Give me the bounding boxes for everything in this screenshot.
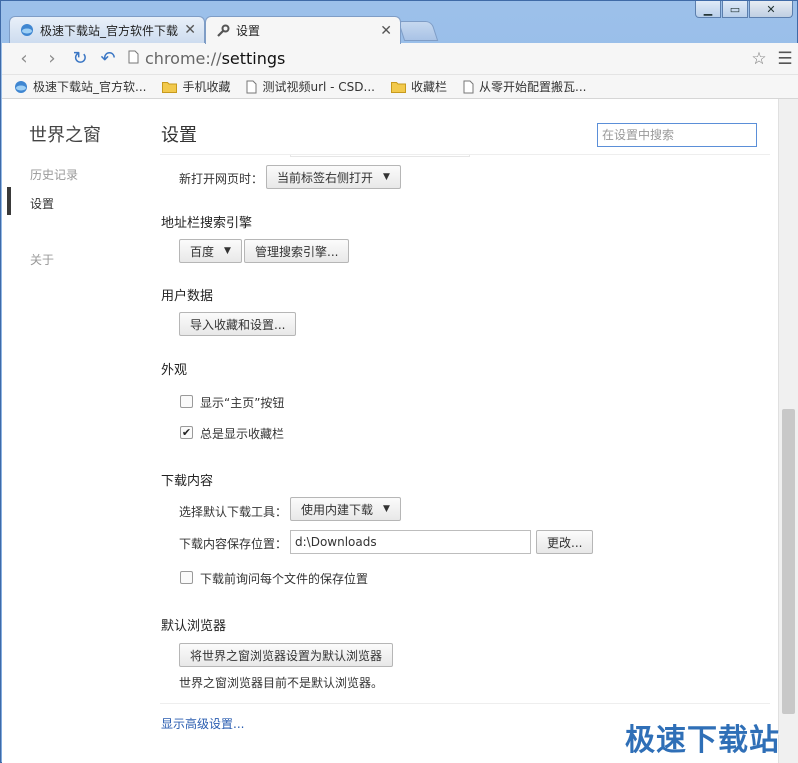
tab-strip: 极速下载站_官方软件下载 ✕ 设置 ✕: [9, 13, 609, 44]
set-default-browser-button[interactable]: 将世界之窗浏览器设置为默认浏览器: [179, 643, 394, 667]
new-page-dropdown[interactable]: 当前标签右侧打开 ▼: [266, 165, 401, 189]
manage-search-engines-button[interactable]: 管理搜索引擎...: [244, 239, 350, 263]
url-scheme: chrome://: [145, 49, 222, 68]
checkmark-icon: ✔: [181, 426, 192, 439]
caret-down-icon: ▼: [383, 504, 390, 514]
page-icon: [463, 80, 474, 94]
page-title: 设置: [161, 125, 197, 146]
forward-button[interactable]: ›: [38, 45, 66, 73]
close-icon[interactable]: ✕: [380, 23, 392, 39]
show-advanced-settings-link[interactable]: 显示高级设置...: [161, 715, 244, 732]
maximize-button[interactable]: ▭: [722, 1, 748, 18]
bookmark-item[interactable]: 收藏栏: [390, 78, 447, 95]
bookmark-label: 手机收藏: [182, 80, 231, 94]
undo-close-button[interactable]: ↶: [94, 45, 122, 73]
bookmark-item[interactable]: 手机收藏: [162, 78, 230, 95]
window-controls: ▁ ▭ ✕: [694, 1, 793, 18]
page-header: 设置: [160, 99, 770, 155]
back-button[interactable]: ‹: [10, 45, 38, 73]
import-bookmarks-button[interactable]: 导入收藏和设置...: [179, 312, 297, 336]
caret-down-icon: ▼: [383, 172, 390, 182]
settings-main: 设置 新打开网页时： 当前标签右侧打开 ▼ 地址栏搜索引擎 百度 ▼ 管理搜索引擎.…: [160, 99, 770, 763]
bookmark-item[interactable]: 极速下载站_官方软...: [14, 78, 146, 95]
title-bar: ▁ ▭ ✕ 极速下载站_官方软件下载 ✕ 设置 ✕: [1, 1, 797, 44]
bookmarks-bar: 极速下载站_官方软... 手机收藏 测试视频url - CSD... 收藏栏 从…: [2, 75, 798, 99]
menu-icon[interactable]: ☰: [772, 49, 798, 69]
settings-search-input[interactable]: [597, 123, 757, 147]
ask-save-location-checkbox[interactable]: [180, 571, 193, 584]
change-location-button[interactable]: 更改...: [536, 530, 594, 554]
tab-label: 设置: [236, 24, 261, 38]
sidebar-item-history[interactable]: 历史记录: [30, 166, 78, 183]
new-page-label: 新打开网页时：: [179, 172, 264, 186]
page-icon: [128, 49, 139, 68]
vertical-scrollbar[interactable]: [778, 99, 798, 763]
reload-button[interactable]: ↻: [66, 45, 94, 73]
dropdown-value: 百度: [190, 244, 215, 259]
bookmark-label: 测试视频url - CSD...: [262, 80, 375, 94]
caret-down-icon: ▼: [224, 246, 231, 256]
settings-sidebar: 世界之窗 历史记录 设置 关于: [2, 99, 152, 763]
bookmark-label: 收藏栏: [410, 80, 447, 94]
site-favicon: [14, 80, 28, 94]
show-bookmarks-checkbox[interactable]: ✔: [180, 426, 193, 439]
tab-settings[interactable]: 设置 ✕: [205, 16, 401, 44]
dropdown-value: 使用内建下载: [301, 502, 374, 517]
show-home-checkbox[interactable]: [180, 395, 193, 408]
page-icon: [246, 80, 257, 94]
sidebar-selected-marker: [7, 187, 11, 215]
download-location-field[interactable]: d:\Downloads: [290, 530, 531, 554]
folder-icon: [390, 81, 406, 93]
default-browser-status: 世界之窗浏览器目前不是默认浏览器。: [179, 676, 384, 690]
show-home-label: 显示“主页”按钮: [200, 396, 285, 410]
downloads-section-title: 下载内容: [161, 474, 214, 489]
download-tool-label: 选择默认下载工具：: [179, 505, 288, 519]
appearance-section-title: 外观: [161, 363, 188, 378]
wrench-icon: [216, 24, 230, 38]
settings-page: 世界之窗 历史记录 设置 关于 设置 新打开网页时： 当前标签右侧打开 ▼ 地址栏…: [2, 99, 778, 763]
url-path: settings: [221, 49, 286, 68]
show-bookmarks-label: 总是显示收藏栏: [200, 427, 285, 441]
close-icon[interactable]: ✕: [184, 22, 196, 38]
navigation-toolbar: ‹ › ↻ ↶ chrome://settings ☆ ☰: [2, 43, 798, 75]
new-tab-button[interactable]: [397, 21, 439, 41]
section-divider: [160, 703, 770, 704]
address-bar[interactable]: chrome://settings: [122, 45, 746, 73]
bookmark-item[interactable]: 测试视频url - CSD...: [246, 78, 375, 95]
bookmark-item[interactable]: 从零开始配置搬瓦...: [463, 78, 586, 95]
brand-title: 世界之窗: [29, 125, 101, 146]
bookmark-label: 从零开始配置搬瓦...: [479, 80, 587, 94]
download-tool-dropdown[interactable]: 使用内建下载 ▼: [290, 497, 401, 521]
ask-save-location-label: 下载前询问每个文件的保存位置: [200, 572, 369, 586]
close-window-button[interactable]: ✕: [749, 1, 793, 18]
minimize-button[interactable]: ▁: [695, 1, 721, 18]
sidebar-item-about[interactable]: 关于: [30, 251, 54, 268]
scrollbar-thumb[interactable]: [782, 409, 795, 714]
star-icon[interactable]: ☆: [746, 49, 772, 69]
folder-icon: [162, 81, 178, 93]
bookmark-label: 极速下载站_官方软...: [33, 80, 147, 94]
user-data-section-title: 用户数据: [161, 289, 214, 304]
search-engine-dropdown[interactable]: 百度 ▼: [179, 239, 242, 263]
watermark-logo: 极速下载站: [625, 723, 780, 758]
site-favicon: [20, 23, 34, 37]
download-location-label: 下载内容保存位置：: [179, 537, 288, 551]
dropdown-value: 当前标签右侧打开: [277, 170, 374, 185]
search-engine-section-title: 地址栏搜索引擎: [161, 216, 253, 231]
tab-label: 极速下载站_官方软件下载: [40, 23, 179, 38]
tab-jisu[interactable]: 极速下载站_官方软件下载 ✕: [9, 16, 205, 43]
sidebar-item-settings[interactable]: 设置: [30, 195, 54, 212]
default-browser-section-title: 默认浏览器: [161, 619, 227, 634]
browser-window: ▁ ▭ ✕ 极速下载站_官方软件下载 ✕ 设置 ✕ ‹ › ↻ ↶ chrome…: [0, 0, 798, 763]
